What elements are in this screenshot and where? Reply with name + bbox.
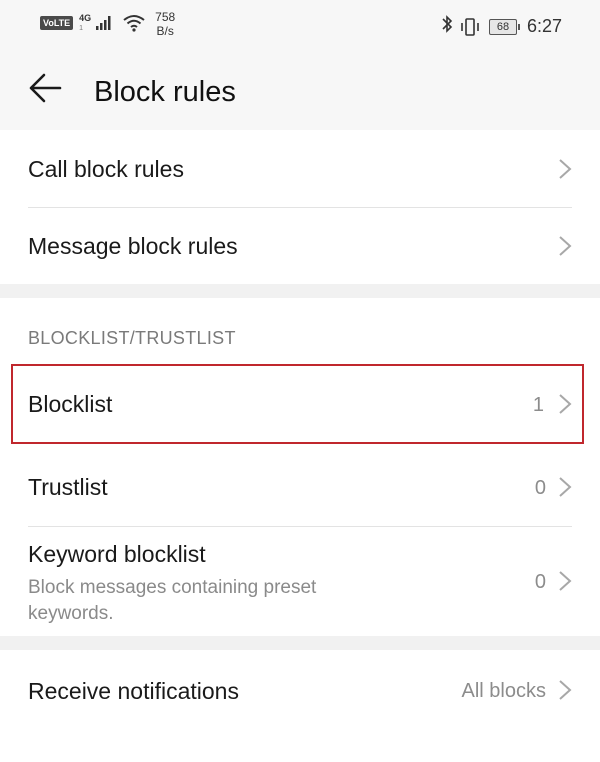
volte-badge: VoLTE: [40, 16, 74, 30]
chevron-right-icon: [559, 477, 572, 497]
section-header: BLOCKLIST/TRUSTLIST: [28, 328, 236, 348]
notifications-group: Receive notifications All blocks: [0, 650, 600, 762]
trustlist-count: 0: [534, 477, 546, 499]
chevron-right-icon: [559, 159, 572, 179]
arrow-left-icon[interactable]: [28, 72, 62, 104]
call-block-rules-label: Call block rules: [28, 156, 184, 182]
keyword-blocklist-item[interactable]: Keyword blocklist Block messages contain…: [0, 527, 600, 636]
receive-notifications-value: All blocks: [461, 680, 546, 702]
wifi-icon: [123, 15, 145, 32]
receive-notifications-label: Receive notifications: [28, 678, 239, 704]
network-speed: 758 B/s: [155, 10, 176, 38]
page-title: Block rules: [94, 76, 236, 108]
section-spacer: [0, 284, 600, 298]
rules-group: Call block rules Message block rules: [0, 130, 600, 284]
chevron-right-icon: [559, 236, 572, 256]
call-block-rules-item[interactable]: Call block rules: [0, 130, 600, 207]
receive-notifications-item[interactable]: Receive notifications All blocks: [0, 650, 600, 734]
bluetooth-icon: [441, 14, 453, 39]
keyword-blocklist-label: Keyword blocklist: [28, 541, 206, 567]
trustlist-label: Trustlist: [28, 474, 108, 500]
keyword-blocklist-description: Block messages containing preset keyword…: [28, 577, 317, 624]
chevron-right-icon: [559, 680, 572, 700]
message-block-rules-item[interactable]: Message block rules: [0, 208, 600, 284]
app-bar: Block rules: [0, 50, 600, 130]
highlight-box: [11, 364, 584, 444]
message-block-rules-label: Message block rules: [28, 233, 238, 259]
battery-icon: 68: [488, 18, 520, 35]
vibrate-icon: [461, 17, 479, 36]
chevron-right-icon: [559, 571, 572, 591]
trustlist-item[interactable]: Trustlist 0: [0, 448, 600, 526]
section-spacer: [0, 636, 600, 650]
keyword-blocklist-count: 0: [534, 571, 546, 593]
signal-icon: [96, 16, 111, 30]
status-bar: VoLTE 4G 1 758 B/s 68 6:27: [0, 0, 600, 50]
lists-group: BLOCKLIST/TRUSTLIST Blocklist 1 Trustlis…: [0, 298, 600, 636]
network-type: 4G 1: [79, 13, 92, 33]
clock: 6:27: [526, 16, 562, 36]
